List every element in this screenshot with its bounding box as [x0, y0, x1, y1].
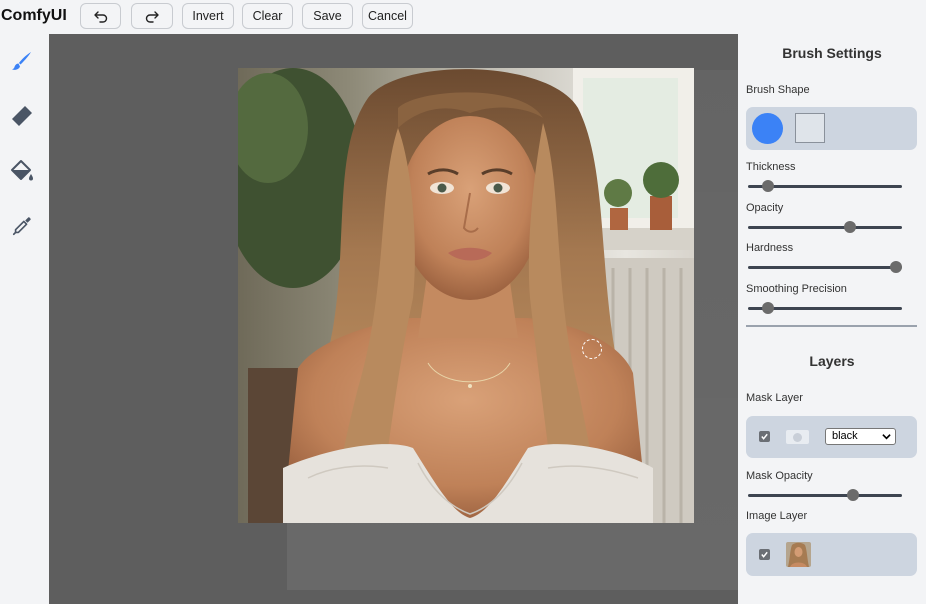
- slider-thumb[interactable]: [843, 221, 856, 233]
- checkmark-icon: [761, 433, 768, 440]
- brush-shape-label: Brush Shape: [746, 84, 810, 96]
- mask-layer-card: black: [746, 416, 917, 458]
- mask-color-select[interactable]: black: [825, 428, 896, 445]
- image-layer-thumbnail: [786, 542, 811, 567]
- portrait-photo: [238, 68, 694, 523]
- image-preview[interactable]: [238, 68, 694, 523]
- cancel-button[interactable]: Cancel: [362, 3, 413, 29]
- paint-bucket-icon: [11, 160, 33, 181]
- save-button[interactable]: Save: [302, 3, 353, 29]
- image-layer-visibility-checkbox[interactable]: [759, 549, 770, 560]
- slider-track: [748, 226, 902, 229]
- brush-icon: [12, 52, 31, 70]
- tool-rail: [0, 34, 49, 604]
- redo-button[interactable]: [131, 3, 173, 29]
- thickness-label: Thickness: [746, 161, 796, 173]
- mask-layer-label: Mask Layer: [746, 392, 803, 404]
- brush-cursor: [582, 339, 602, 359]
- top-toolbar: ComfyUI Invert Clear Save Cancel: [0, 0, 926, 34]
- circle-shape-option[interactable]: [752, 113, 783, 144]
- thickness-slider[interactable]: [748, 180, 902, 192]
- mask-layer-thumbnail: [786, 430, 809, 444]
- redo-icon: [145, 11, 159, 23]
- image-layer-label: Image Layer: [746, 510, 808, 522]
- square-shape-option[interactable]: [795, 113, 825, 143]
- section-divider: [746, 325, 917, 327]
- opacity-slider[interactable]: [748, 221, 902, 233]
- brush-tool[interactable]: [8, 47, 36, 75]
- hardness-label: Hardness: [746, 242, 794, 254]
- mask-color-value: black: [832, 430, 858, 442]
- color-picker-tool[interactable]: [8, 212, 36, 240]
- opacity-label: Opacity: [746, 202, 784, 214]
- checkmark-icon: [761, 551, 768, 558]
- settings-panel: Brush Settings Brush Shape Thickness Opa…: [738, 34, 926, 604]
- clear-button[interactable]: Clear: [242, 3, 293, 29]
- slider-track: [748, 266, 902, 269]
- slider-thumb[interactable]: [762, 302, 775, 314]
- undo-button[interactable]: [80, 3, 121, 29]
- mask-editor: ComfyUI Invert Clear Save Cancel Brush S…: [0, 0, 926, 604]
- mask-opacity-label: Mask Opacity: [746, 470, 813, 482]
- smoothing-precision-slider[interactable]: [748, 302, 902, 314]
- smoothing-precision-label: Smoothing Precision: [746, 283, 847, 295]
- invert-button[interactable]: Invert: [182, 3, 234, 29]
- chevron-down-icon: [882, 434, 891, 440]
- mask-canvas[interactable]: [49, 34, 738, 604]
- eyedropper-icon: [12, 217, 31, 236]
- slider-thumb[interactable]: [846, 489, 859, 501]
- mask-layer-visibility-checkbox[interactable]: [759, 431, 770, 442]
- mask-opacity-slider[interactable]: [748, 489, 902, 501]
- eraser-tool[interactable]: [8, 102, 36, 130]
- eraser-icon: [12, 106, 32, 126]
- slider-thumb[interactable]: [762, 180, 775, 192]
- image-layer-card: [746, 533, 917, 576]
- paint-bucket-tool[interactable]: [8, 157, 36, 185]
- layers-title: Layers: [809, 353, 855, 369]
- brush-shape-card: [746, 107, 917, 150]
- app-brand: ComfyUI: [1, 7, 67, 24]
- hardness-slider[interactable]: [748, 261, 902, 273]
- undo-icon: [93, 11, 107, 23]
- slider-thumb[interactable]: [889, 261, 902, 273]
- brush-settings-title: Brush Settings: [782, 45, 882, 61]
- slider-track: [748, 494, 902, 497]
